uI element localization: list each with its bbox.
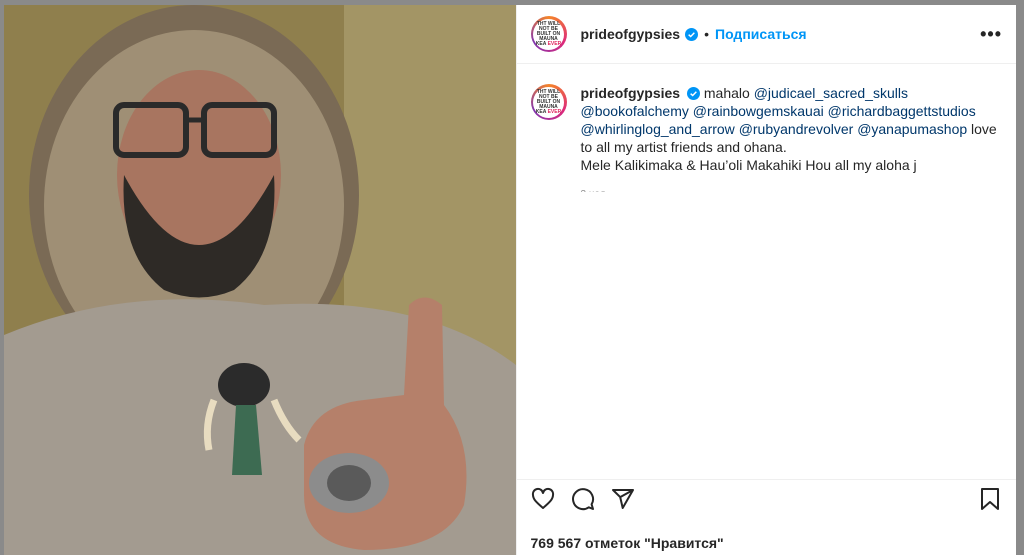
mention-link[interactable]: @bookofalchemy [581, 103, 689, 119]
mention-link[interactable]: @judicael_sacred_skulls [754, 85, 908, 101]
post-header: THT WILL NOT BE BUILT ON MAUNA KEA EVER … [516, 5, 1016, 64]
avatar-text: THT WILL NOT BE BUILT ON MAUNA KEA EVER [533, 18, 564, 50]
caption-prefix: mahalo [703, 85, 750, 101]
action-bar [516, 479, 1016, 518]
avatar-word: KEA [535, 108, 547, 115]
mention-link[interactable]: @whirlinglog_and_arrow [581, 121, 735, 137]
likes-count[interactable]: 769 567 отметок "Нравится" [531, 535, 724, 551]
post-details-panel: THT WILL NOT BE BUILT ON MAUNA KEA EVER … [515, 5, 1017, 555]
caption: THT WILL NOT BE BUILT ON MAUNA KEA EVER … [517, 64, 1017, 192]
comment-icon[interactable] [571, 487, 595, 511]
post-timestamp[interactable]: 3 нед. [581, 186, 1003, 192]
avatar-word-red: EVER [547, 40, 562, 47]
header-username[interactable]: prideofgypsies [581, 26, 681, 42]
verified-badge-icon [686, 87, 700, 100]
post-photo[interactable] [4, 5, 516, 555]
mention-link[interactable]: @yanapumashop [857, 121, 967, 137]
avatar-text: THT WILL NOT BE BUILT ON MAUNA KEA EVER [533, 86, 564, 118]
caption-avatar[interactable]: THT WILL NOT BE BUILT ON MAUNA KEA EVER [530, 84, 567, 120]
mention-link[interactable]: @richardbaggettstudios [828, 103, 976, 119]
mention-link[interactable]: @rubyandrevolver [739, 121, 854, 137]
share-icon[interactable] [611, 487, 635, 511]
caption-text: prideofgypsies mahalo @judicael_sacred_s… [581, 84, 1003, 192]
avatar-word: KEA [535, 40, 547, 47]
mention-link[interactable]: @rainbowgemskauai [693, 103, 824, 119]
verified-badge-icon [685, 27, 699, 41]
avatar-line: KEA EVER [535, 108, 562, 115]
bookmark-icon[interactable] [978, 487, 1002, 511]
follow-button[interactable]: Подписаться [715, 26, 807, 42]
heart-icon[interactable] [531, 487, 555, 511]
avatar[interactable]: THT WILL NOT BE BUILT ON MAUNA KEA EVER [530, 16, 567, 52]
post-image [4, 5, 516, 555]
caption-username[interactable]: prideofgypsies [581, 85, 681, 101]
separator-dot: • [704, 26, 709, 42]
avatar-line: KEA EVER [535, 40, 562, 47]
caption-line-2: Mele Kalikimaka & Hau’oli Makahiki Hou a… [580, 157, 917, 173]
post-modal: THT WILL NOT BE BUILT ON MAUNA KEA EVER … [4, 5, 1016, 555]
more-options-button[interactable]: ••• [980, 24, 1002, 45]
avatar-word-red: EVER [547, 108, 562, 115]
